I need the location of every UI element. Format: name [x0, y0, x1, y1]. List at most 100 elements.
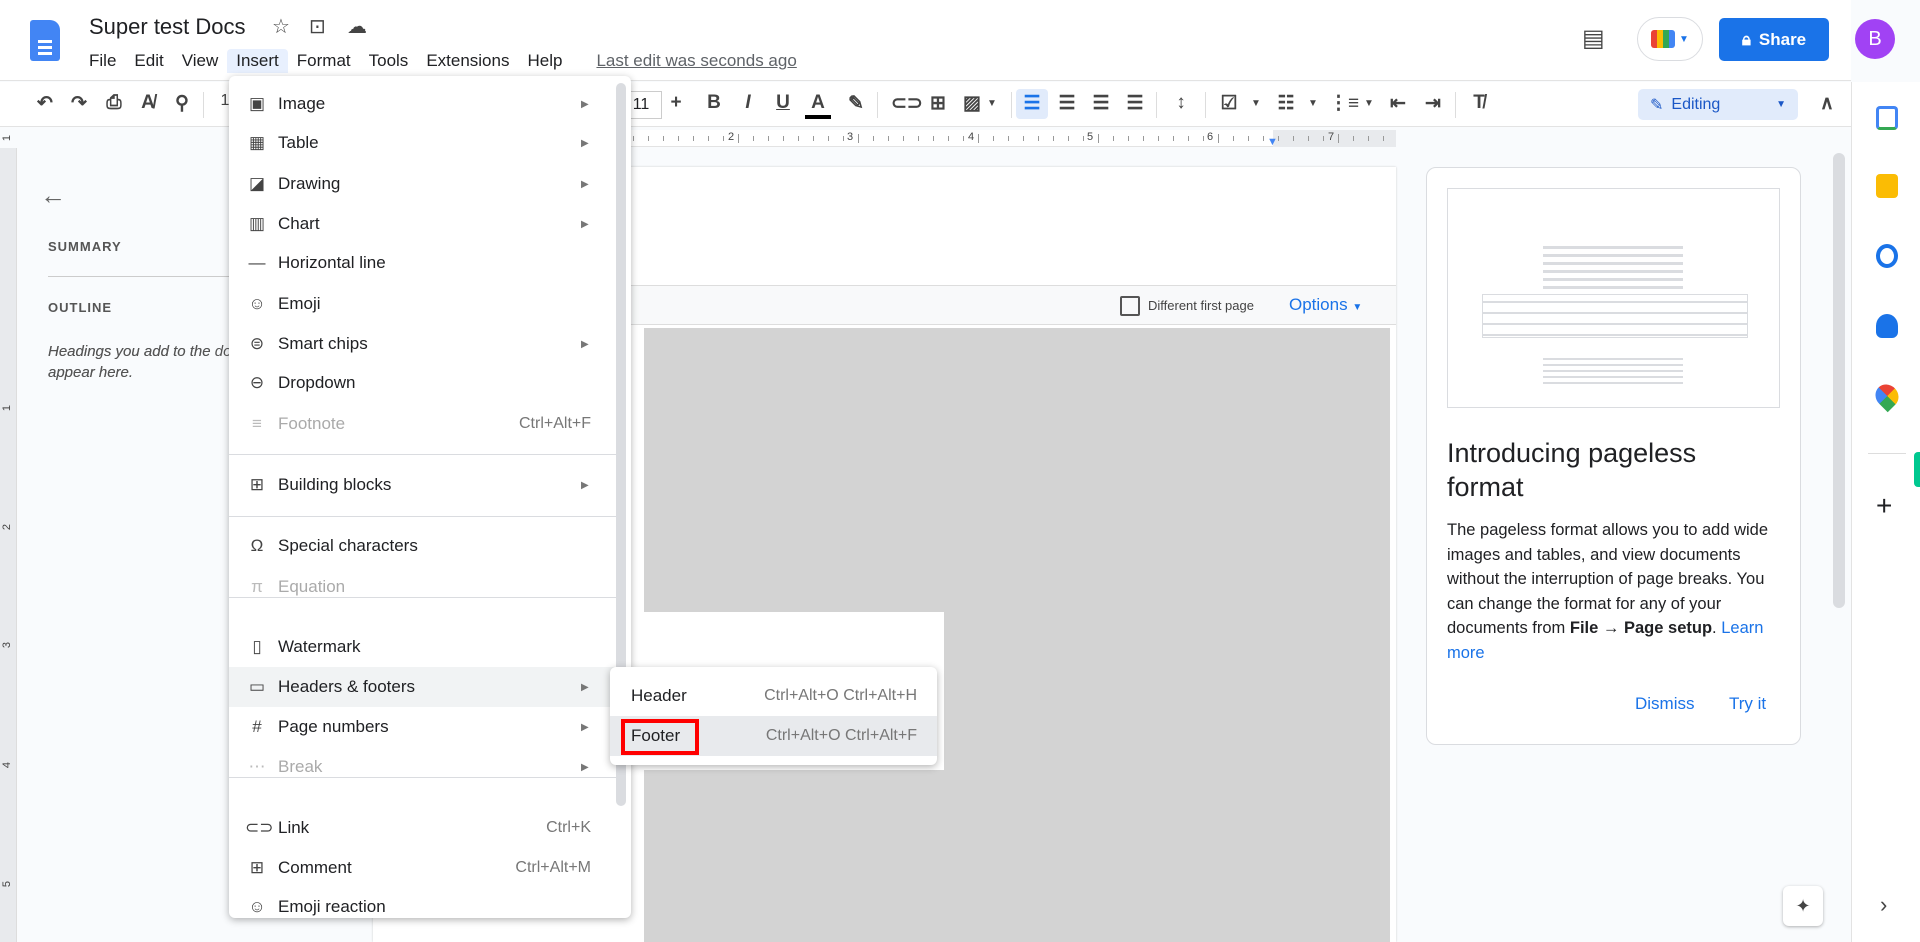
submenu-arrow-icon: ▶ [581, 178, 589, 190]
bold-icon[interactable]: B [701, 92, 727, 114]
explore-icon[interactable]: ✦ [1783, 886, 1823, 926]
menu-help[interactable]: Help [518, 49, 571, 73]
italic-icon[interactable]: I [735, 92, 761, 114]
text-color-icon[interactable]: A [805, 92, 831, 119]
undo-icon[interactable]: ↶ [32, 92, 58, 115]
ruler-tick [933, 136, 934, 141]
line-spacing-icon[interactable]: ↕ [1168, 92, 1194, 114]
menu-item-chart[interactable]: ▥ Chart ▶ [229, 204, 617, 244]
bulleted-list-icon[interactable]: ☷ [1273, 92, 1299, 115]
menu-edit[interactable]: Edit [125, 49, 172, 73]
menu-extensions[interactable]: Extensions [417, 49, 518, 73]
outline-heading: OUTLINE [48, 300, 113, 315]
last-edit-link[interactable]: Last edit was seconds ago [587, 49, 805, 73]
pi-icon: π [251, 577, 263, 596]
menu-item-horizontal-line[interactable]: — Horizontal line [229, 243, 617, 283]
editing-mode-select[interactable]: ✎ Editing ▼ [1638, 89, 1798, 120]
menu-item-emoji[interactable]: ☺ Emoji [229, 284, 617, 324]
chevron-down-icon: ▼ [1352, 302, 1363, 313]
menu-item-table[interactable]: ▦ Table ▶ [229, 123, 617, 163]
menu-item-equation[interactable]: π Equation [229, 567, 617, 607]
submenu-item-header[interactable]: Header Ctrl+Alt+O Ctrl+Alt+H [610, 676, 937, 716]
ruler-tick [1323, 136, 1324, 141]
menu-item-image[interactable]: ▣ Image ▶ [229, 84, 617, 124]
meet-button[interactable]: ▼ [1637, 17, 1703, 61]
menu-tools[interactable]: Tools [360, 49, 418, 73]
vertical-scrollbar[interactable] [1833, 153, 1845, 608]
menu-item-page-numbers[interactable]: # Page numbers ▶ [229, 707, 617, 747]
chevron-down-icon[interactable]: ▼ [1300, 98, 1326, 109]
clear-formatting-icon[interactable]: T̸ [1466, 92, 1492, 114]
keep-icon[interactable] [1876, 174, 1898, 198]
contacts-icon[interactable] [1876, 314, 1898, 338]
ruler-tick [768, 136, 769, 141]
menu-item-smart-chips[interactable]: ⊜ Smart chips ▶ [229, 324, 617, 364]
checklist-icon[interactable]: ☑ [1216, 92, 1242, 115]
numbered-list-icon[interactable]: ⋮≡ [1329, 92, 1359, 115]
menu-item-headers-footers[interactable]: ▭ Headers & footers ▶ [229, 667, 617, 707]
tasks-icon[interactable] [1876, 244, 1898, 268]
share-label: Share [1758, 29, 1807, 49]
add-comment-icon[interactable]: ⊞ [925, 92, 951, 115]
increase-indent-icon[interactable]: ⇥ [1420, 92, 1446, 115]
cloud-status-icon[interactable]: ☁ [347, 14, 367, 39]
paint-format-icon[interactable]: ⚲ [169, 92, 195, 115]
chevron-down-icon[interactable]: ▼ [979, 98, 1005, 109]
dismiss-button[interactable]: Dismiss [1635, 694, 1695, 714]
editing-label: Editing [1671, 95, 1721, 113]
chevron-right-icon[interactable]: › [1880, 892, 1887, 918]
menu-item-drawing[interactable]: ◪ Drawing ▶ [229, 164, 617, 204]
omega-icon: Ω [250, 536, 264, 555]
move-folder-icon[interactable]: ⊡ [309, 14, 326, 39]
right-indent-marker-icon[interactable]: ▼ [1267, 136, 1278, 148]
menu-item-building-blocks[interactable]: ⊞ Building blocks ▶ [229, 465, 617, 505]
menu-view[interactable]: View [173, 49, 228, 73]
comments-icon[interactable]: ▤ [1582, 24, 1605, 53]
avatar[interactable]: B [1855, 19, 1895, 59]
menu-item-comment[interactable]: ⊞ Comment Ctrl+Alt+M [229, 848, 617, 888]
try-it-button[interactable]: Try it [1729, 694, 1766, 714]
menu-item-break[interactable]: ⋯ Break ▶ [229, 747, 617, 787]
underline-icon[interactable]: U [770, 92, 796, 114]
ruler-tick [1068, 136, 1069, 141]
menu-insert[interactable]: Insert [227, 49, 288, 73]
decrease-indent-icon[interactable]: ⇤ [1385, 92, 1411, 115]
menu-item-footnote[interactable]: ≡ Footnote Ctrl+Alt+F [229, 404, 617, 444]
menu-item-link[interactable]: ⊂⊃ Link Ctrl+K [229, 808, 617, 848]
back-arrow-icon[interactable]: ← [40, 180, 66, 211]
increase-font-size-icon[interactable]: + [663, 92, 689, 114]
menu-item-label: Link [278, 818, 310, 837]
different-first-page-checkbox[interactable] [1120, 296, 1140, 316]
vertical-ruler[interactable]: 1 1 2 3 4 5 [0, 135, 17, 942]
redo-icon[interactable]: ↷ [66, 92, 92, 115]
align-right-icon[interactable]: ☰ [1088, 92, 1114, 115]
menu-item-special-characters[interactable]: Ω Special characters [229, 526, 617, 566]
print-icon[interactable]: ⎙ [101, 92, 127, 114]
ruler-number: 7 [1328, 131, 1335, 143]
menu-item-watermark[interactable]: ▯ Watermark [229, 627, 617, 667]
submenu-arrow-icon: ▶ [581, 721, 589, 733]
document-title[interactable]: Super test Docs [89, 14, 246, 40]
collapse-toolbar-icon[interactable]: ∧ [1814, 92, 1840, 115]
menu-file[interactable]: File [80, 49, 125, 73]
highlight-icon[interactable]: ✎ [843, 92, 869, 115]
menu-item-emoji-reaction[interactable]: ☺ Emoji reaction [229, 887, 617, 918]
chevron-down-icon[interactable]: ▼ [1243, 98, 1269, 109]
align-left-icon[interactable]: ☰ [1016, 89, 1048, 119]
chevron-down-icon[interactable]: ▼ [1356, 98, 1382, 109]
menu-format[interactable]: Format [288, 49, 360, 73]
menu-item-dropdown[interactable]: ⊖ Dropdown [229, 363, 617, 403]
maps-icon[interactable] [1870, 379, 1904, 413]
side-panel-tab[interactable] [1914, 452, 1920, 487]
add-addon-icon[interactable]: + [1876, 490, 1892, 522]
star-icon[interactable]: ☆ [272, 14, 290, 39]
calendar-icon[interactable] [1876, 106, 1898, 130]
options-button[interactable]: Options ▼ [1289, 295, 1362, 315]
docs-logo-icon[interactable] [30, 20, 60, 61]
align-center-icon[interactable]: ☰ [1054, 92, 1080, 115]
link-icon[interactable]: ⊂⊃ [891, 92, 923, 115]
spellcheck-icon[interactable]: A̸ [135, 92, 161, 114]
ruler-tick [1293, 136, 1294, 141]
share-button[interactable]: 🔒︎ Share [1719, 18, 1829, 61]
justify-icon[interactable]: ☰ [1122, 92, 1148, 115]
